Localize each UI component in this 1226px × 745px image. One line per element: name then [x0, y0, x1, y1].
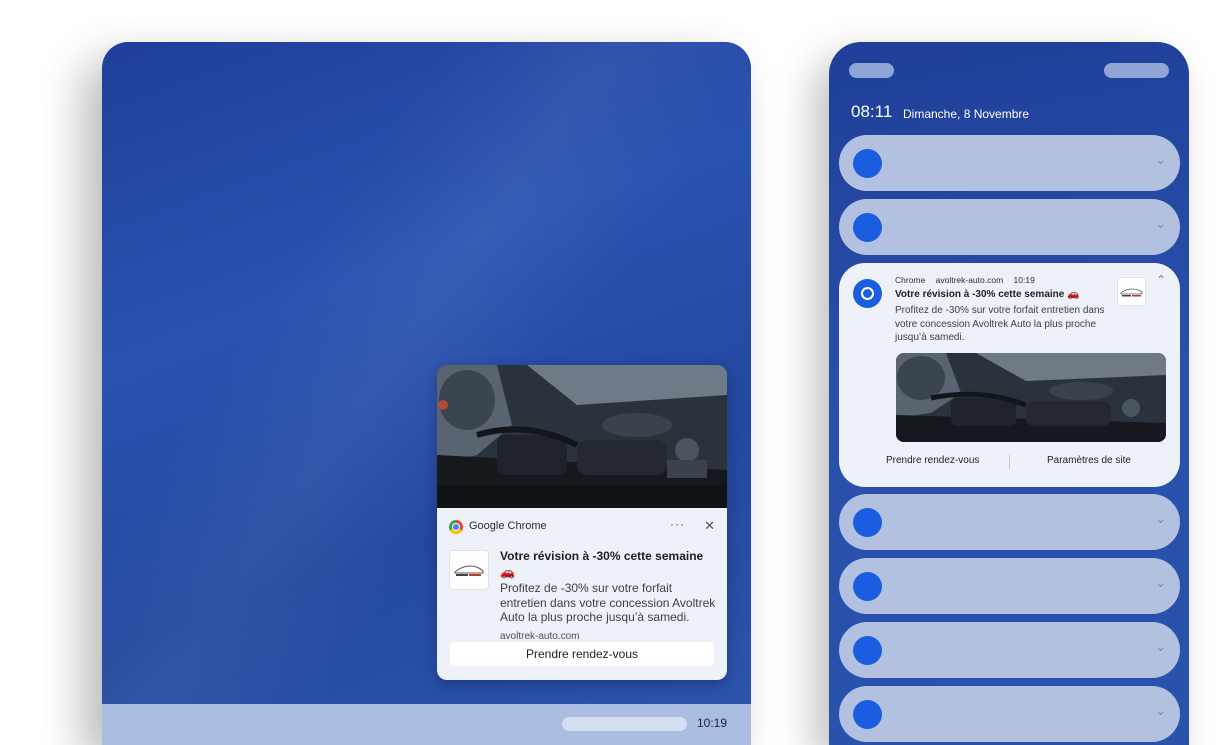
- engine-hero-image: [896, 353, 1166, 442]
- chevron-down-icon[interactable]: ⌄: [1155, 639, 1166, 655]
- app-icon: [853, 508, 882, 537]
- notification-title: Votre révision à -30% cette semaine 🚗: [895, 289, 1080, 300]
- notification-card-collapsed[interactable]: ⌄: [839, 199, 1180, 255]
- toast-content: Votre révision à -30% cette semaine 🚗 Pr…: [500, 548, 717, 642]
- taskbar-placeholder: [562, 717, 687, 731]
- engine-hero-image: [437, 365, 727, 508]
- phone-date: Dimanche, 8 Novembre: [903, 107, 1030, 121]
- notification-card-collapsed[interactable]: ⌄: [839, 686, 1180, 742]
- toast-header: Google Chrome ··· ✕: [449, 517, 715, 535]
- car-logo-icon: [1120, 288, 1143, 297]
- status-bar-right-placeholder: [1104, 63, 1169, 78]
- notification-app: Chrome: [895, 275, 926, 285]
- car-logo-icon: [454, 565, 484, 576]
- notification-domain: avoltrek-auto.com: [935, 275, 1004, 285]
- notification-card-collapsed[interactable]: ⌄: [839, 494, 1180, 550]
- notification-card-collapsed[interactable]: ⌄: [839, 558, 1180, 614]
- notification-card-collapsed[interactable]: ⌄: [839, 135, 1180, 191]
- app-icon: [853, 572, 882, 601]
- taskbar-clock[interactable]: 10:19: [697, 716, 727, 730]
- app-icon: [853, 213, 882, 242]
- app-icon: [853, 636, 882, 665]
- status-bar-left-placeholder: [849, 63, 894, 78]
- toast-body: Profitez de -30% sur votre forfait entre…: [500, 581, 716, 624]
- desktop-screen: Google Chrome ··· ✕ Votre révision à -30…: [102, 42, 751, 745]
- chevron-down-icon[interactable]: ⌄: [1155, 511, 1166, 527]
- chevron-down-icon[interactable]: ⌄: [1155, 575, 1166, 591]
- phone-screen: 08:11 Dimanche, 8 Novembre ⌄ ⌄ Chrome av…: [829, 42, 1189, 745]
- chevron-down-icon[interactable]: ⌄: [1155, 152, 1166, 168]
- engine-photo-icon: [896, 353, 1166, 442]
- action-divider: [1009, 455, 1010, 469]
- close-icon[interactable]: ✕: [704, 518, 715, 534]
- phone-clock: 08:11: [851, 102, 893, 121]
- avoltrek-logo: [449, 550, 489, 590]
- app-icon: [853, 149, 882, 178]
- chevron-down-icon[interactable]: ⌄: [1155, 703, 1166, 719]
- chrome-notification-expanded[interactable]: Chrome avoltrek-auto.com 10:19 Votre rév…: [839, 263, 1180, 487]
- notification-actions: Prendre rendez-vous Paramètres de site: [839, 455, 1180, 471]
- toast-app-name: Google Chrome: [469, 520, 547, 532]
- chevron-up-icon[interactable]: ⌃: [1156, 273, 1166, 287]
- more-options-icon[interactable]: ···: [670, 517, 685, 531]
- notification-body: Profitez de -30% sur votre forfait entre…: [895, 305, 1105, 343]
- book-appointment-button[interactable]: Prendre rendez-vous: [450, 642, 714, 666]
- toast-title: Votre révision à -30% cette semaine 🚗: [500, 549, 704, 579]
- app-icon: [853, 700, 882, 729]
- chrome-logo-icon: [853, 279, 882, 308]
- notification-card-collapsed[interactable]: ⌄: [839, 622, 1180, 678]
- chrome-logo-icon: [449, 520, 463, 534]
- chrome-toast-notification[interactable]: Google Chrome ··· ✕ Votre révision à -30…: [437, 365, 727, 680]
- chevron-down-icon[interactable]: ⌄: [1155, 216, 1166, 232]
- taskbar: 10:19: [102, 704, 751, 745]
- toast-url: avoltrek-auto.com: [500, 630, 580, 642]
- site-settings-button[interactable]: Paramètres de site: [1047, 455, 1131, 466]
- notification-time: 10:19: [1013, 275, 1035, 285]
- book-appointment-button[interactable]: Prendre rendez-vous: [886, 455, 979, 466]
- avoltrek-logo: [1117, 277, 1146, 306]
- notification-meta: Chrome avoltrek-auto.com 10:19: [895, 275, 1043, 285]
- engine-photo-icon: [437, 365, 727, 508]
